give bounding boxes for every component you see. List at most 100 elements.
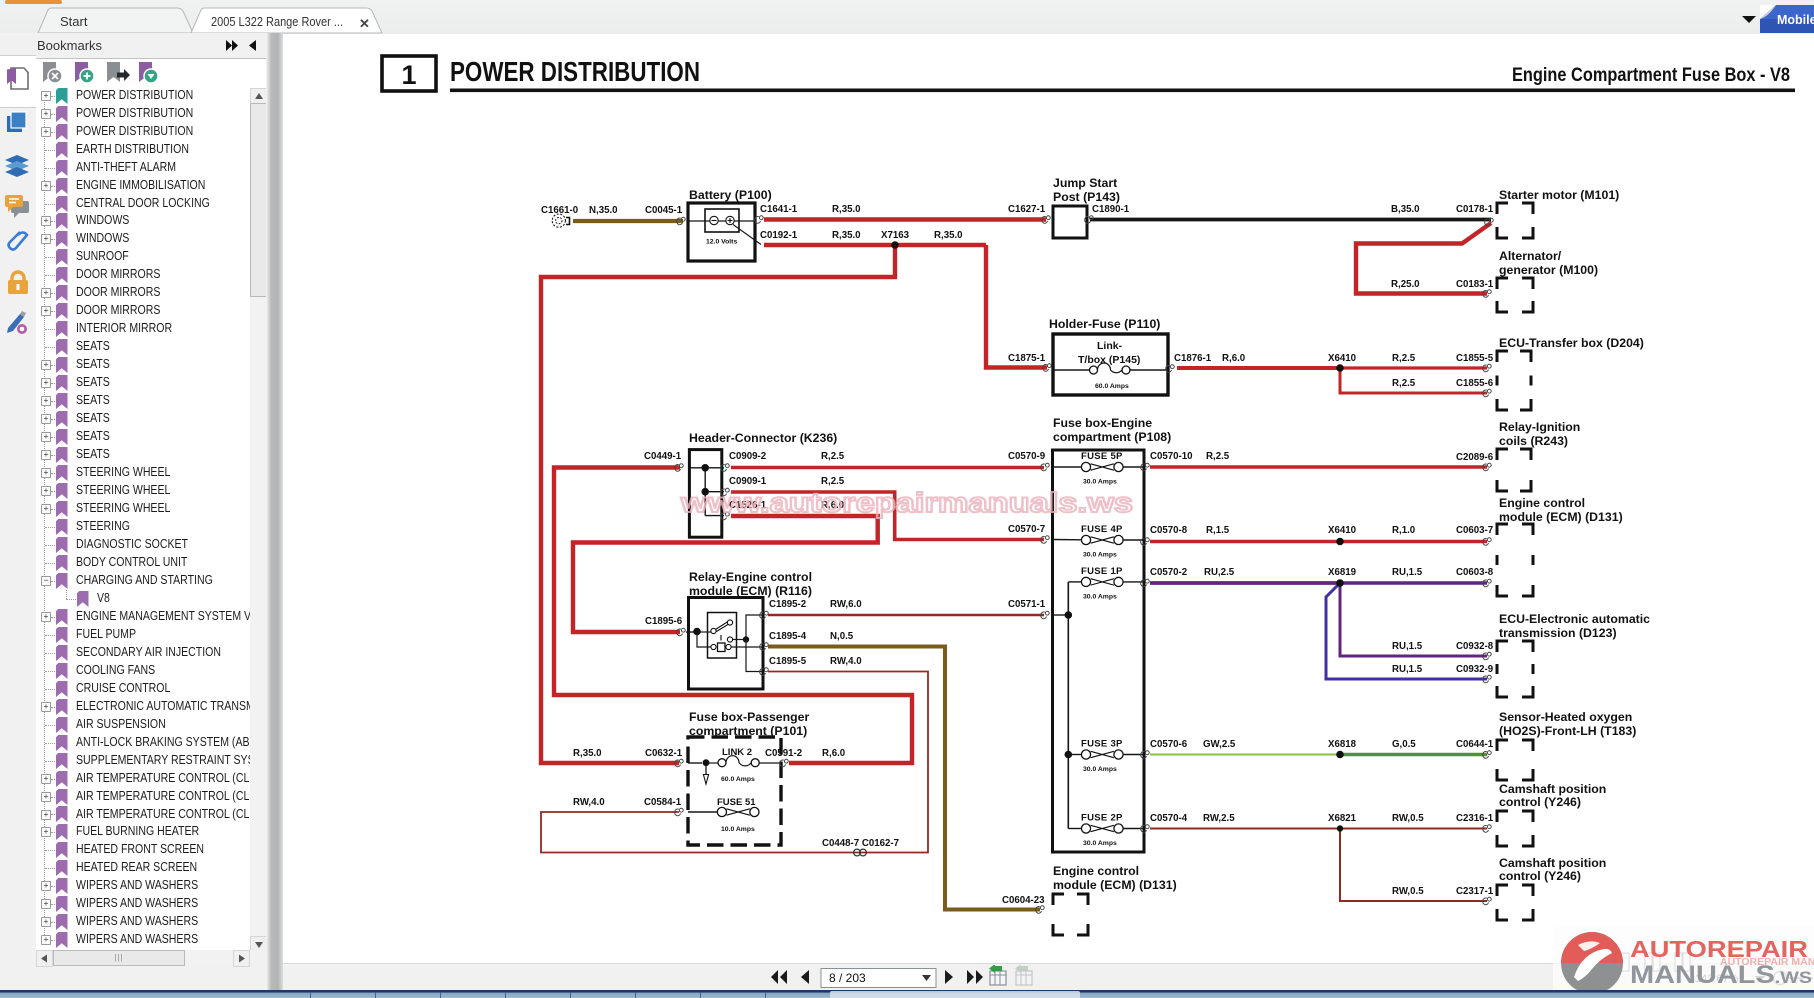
svg-text:Sensor-Heated oxygen: Sensor-Heated oxygen — [1499, 710, 1632, 724]
svg-text:Alternator/: Alternator/ — [1499, 249, 1562, 263]
svg-text:Post (P143): Post (P143) — [1053, 190, 1120, 204]
svg-text:Link-: Link- — [1097, 340, 1123, 352]
svg-text:C0644-1: C0644-1 — [1456, 739, 1494, 750]
svg-text:Camshaft position: Camshaft position — [1499, 782, 1606, 796]
svg-text:G,0.5: G,0.5 — [1392, 739, 1416, 750]
svg-text:R,2.5: R,2.5 — [1392, 353, 1416, 364]
svg-text:N,0.5: N,0.5 — [830, 631, 854, 642]
svg-text:R,35.0: R,35.0 — [832, 204, 861, 215]
svg-text:R,2.5: R,2.5 — [1206, 451, 1230, 462]
svg-text:10.0 Amps: 10.0 Amps — [721, 826, 755, 833]
svg-text:RU,1.5: RU,1.5 — [1392, 664, 1423, 675]
svg-text:C0192-1: C0192-1 — [760, 230, 798, 241]
svg-text:C0570-10: C0570-10 — [1150, 451, 1193, 462]
svg-text:R,6.0: R,6.0 — [1222, 353, 1245, 364]
svg-text:R,2.5: R,2.5 — [821, 476, 845, 487]
svg-text:Relay-Ignition: Relay-Ignition — [1499, 420, 1580, 434]
svg-text:C1875-1: C1875-1 — [1008, 353, 1046, 364]
svg-text:R,2.5: R,2.5 — [1392, 378, 1416, 389]
svg-text:C2089-6: C2089-6 — [1456, 452, 1494, 463]
svg-text:C1661-0: C1661-0 — [541, 205, 578, 216]
svg-text:compartment (P108): compartment (P108) — [1053, 430, 1171, 444]
svg-text:RW,0.5: RW,0.5 — [1392, 813, 1424, 824]
svg-text:RU,2.5: RU,2.5 — [1204, 567, 1235, 578]
svg-text:C0604-23: C0604-23 — [1002, 895, 1045, 906]
svg-text:transmission (D123): transmission (D123) — [1499, 626, 1617, 640]
svg-text:generator (M100): generator (M100) — [1499, 263, 1598, 277]
svg-text:FUSE 2P: FUSE 2P — [1081, 813, 1123, 824]
svg-text:module (ECM) (D131): module (ECM) (D131) — [1053, 878, 1177, 892]
svg-text:12.0 Volts: 12.0 Volts — [706, 239, 737, 246]
svg-text:30.0 Amps: 30.0 Amps — [1083, 766, 1117, 773]
svg-text:C1641-1: C1641-1 — [760, 204, 798, 215]
svg-text:control (Y246): control (Y246) — [1499, 795, 1581, 809]
svg-text:GW,2.5: GW,2.5 — [1203, 739, 1236, 750]
svg-text:X6410: X6410 — [1328, 353, 1356, 364]
svg-text:✕: ✕ — [359, 16, 370, 31]
svg-text:Starter motor (M101): Starter motor (M101) — [1499, 188, 1619, 202]
svg-text:R,35.0: R,35.0 — [934, 230, 963, 241]
svg-text:C0591-2: C0591-2 — [765, 748, 802, 759]
svg-text:X7163: X7163 — [881, 230, 910, 241]
svg-text:RW,4.0: RW,4.0 — [830, 656, 862, 667]
svg-text:module (ECM) (R116): module (ECM) (R116) — [689, 584, 812, 598]
svg-text:C0603-7: C0603-7 — [1456, 525, 1493, 536]
svg-text:C0909-1: C0909-1 — [729, 476, 767, 487]
svg-text:Header-Connector (K236): Header-Connector (K236) — [689, 431, 837, 445]
svg-text:C0632-1: C0632-1 — [645, 748, 683, 759]
svg-text:FUSE 5P: FUSE 5P — [1081, 451, 1123, 462]
svg-text:AUTOREPAIR MANUALS.US: AUTOREPAIR MANUALS.US — [1720, 956, 1814, 968]
svg-text:C0570-2: C0570-2 — [1150, 567, 1187, 578]
svg-text:RW,6.0: RW,6.0 — [830, 599, 862, 610]
svg-text:C1895-2: C1895-2 — [769, 599, 806, 610]
svg-text:www.autorepairmanuals.ws: www.autorepairmanuals.ws — [680, 487, 1133, 518]
svg-text:Battery (P100): Battery (P100) — [689, 188, 772, 202]
svg-text:coils (R243): coils (R243) — [1499, 434, 1568, 448]
svg-text:30.0 Amps: 30.0 Amps — [1083, 593, 1117, 600]
svg-text:T/box (P145): T/box (P145) — [1078, 354, 1140, 366]
svg-text:ECU-Electronic automatic: ECU-Electronic automatic — [1499, 612, 1650, 626]
svg-text:RU,1.5: RU,1.5 — [1392, 641, 1423, 652]
svg-text:X6410: X6410 — [1328, 525, 1356, 536]
svg-text:module (ECM) (D131): module (ECM) (D131) — [1499, 510, 1623, 524]
svg-text:Holder-Fuse (P110): Holder-Fuse (P110) — [1049, 317, 1160, 331]
svg-text:Fuse box-Passenger: Fuse box-Passenger — [689, 710, 809, 724]
svg-text:POWER DISTRIBUTION: POWER DISTRIBUTION — [450, 56, 700, 87]
svg-text:30.0 Amps: 30.0 Amps — [1083, 479, 1117, 486]
svg-text:C0570-8: C0570-8 — [1150, 525, 1188, 536]
svg-text:ECU-Transfer box (D204): ECU-Transfer box (D204) — [1499, 336, 1644, 350]
svg-text:C0570-9: C0570-9 — [1008, 451, 1046, 462]
svg-text:C1876-1: C1876-1 — [1174, 353, 1212, 364]
svg-text:C1855-6: C1855-6 — [1456, 378, 1494, 389]
svg-text:C0570-6: C0570-6 — [1150, 739, 1188, 750]
svg-text:C1627-1: C1627-1 — [1008, 204, 1046, 215]
svg-text:RW,0.5: RW,0.5 — [1392, 886, 1424, 897]
svg-text:R,6.0: R,6.0 — [822, 748, 845, 759]
svg-text:R,1.0: R,1.0 — [1392, 525, 1415, 536]
svg-text:C0909-2: C0909-2 — [729, 451, 766, 462]
svg-text:60.0 Amps: 60.0 Amps — [721, 776, 755, 783]
svg-text:60.0 Amps: 60.0 Amps — [1095, 383, 1129, 390]
svg-text:FUSE 1P: FUSE 1P — [1081, 566, 1123, 577]
svg-text:X6819: X6819 — [1328, 567, 1357, 578]
svg-text:Camshaft position: Camshaft position — [1499, 856, 1606, 870]
svg-text:C0178-1: C0178-1 — [1456, 204, 1494, 215]
svg-text:X6821: X6821 — [1328, 813, 1357, 824]
svg-text:C0045-1: C0045-1 — [645, 205, 683, 216]
svg-text:Fuse box-Engine: Fuse box-Engine — [1053, 416, 1152, 430]
svg-text:(HO2S)-Front-LH (T183): (HO2S)-Front-LH (T183) — [1499, 724, 1636, 738]
svg-text:C0571-1: C0571-1 — [1008, 599, 1046, 610]
svg-text:C2317-1: C2317-1 — [1456, 886, 1494, 897]
svg-text:C1855-5: C1855-5 — [1456, 353, 1494, 364]
svg-text:30.0 Amps: 30.0 Amps — [1083, 840, 1117, 847]
svg-text:R,35.0: R,35.0 — [573, 748, 602, 759]
svg-text:FUSE 3P: FUSE 3P — [1081, 739, 1123, 750]
svg-text:Mobile: Mobile — [1777, 13, 1814, 27]
svg-text:B,35.0: B,35.0 — [1391, 204, 1420, 215]
svg-text:C1895-4: C1895-4 — [769, 631, 807, 642]
svg-text:C0570-4: C0570-4 — [1150, 813, 1188, 824]
svg-text:Engine Compartment Fuse Box -: Engine Compartment Fuse Box - V8 — [1512, 65, 1790, 86]
svg-text:X6818: X6818 — [1328, 739, 1357, 750]
svg-text:control (Y246): control (Y246) — [1499, 869, 1581, 883]
svg-text:Engine control: Engine control — [1499, 496, 1585, 510]
